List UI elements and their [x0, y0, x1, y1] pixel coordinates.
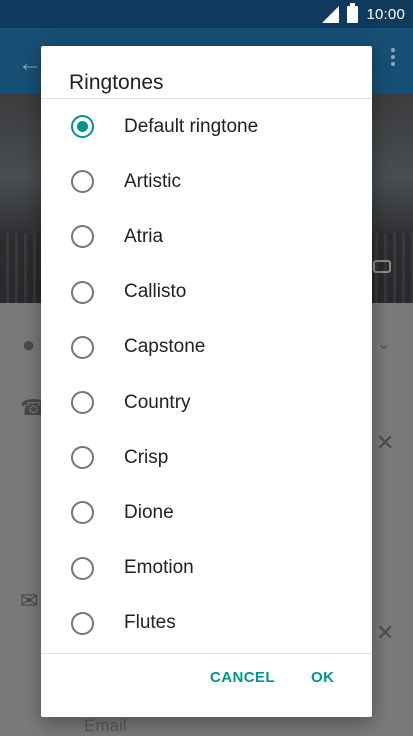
ringtone-option[interactable]: Atria: [41, 209, 372, 264]
status-time: 10:00: [366, 5, 405, 23]
ringtone-option[interactable]: Flutes: [41, 596, 372, 651]
radio-button[interactable]: [71, 556, 94, 580]
ringtone-label: Capstone: [124, 336, 206, 358]
radio-button[interactable]: [71, 170, 94, 194]
overflow-menu-icon[interactable]: [391, 48, 395, 66]
ringtone-option[interactable]: Capstone: [41, 320, 372, 375]
ringtone-option[interactable]: Callisto: [41, 265, 372, 320]
radio-button[interactable]: [71, 391, 94, 415]
radio-button[interactable]: [71, 280, 94, 304]
ringtone-option[interactable]: Dione: [41, 485, 372, 540]
ringtone-label: Atria: [124, 225, 164, 247]
ringtone-label: Default ringtone: [124, 115, 259, 137]
ringtone-label: Crisp: [124, 446, 169, 468]
ringtones-dialog: Ringtones Default ringtone Artistic Atri…: [41, 46, 372, 717]
ringtone-option[interactable]: Country: [41, 375, 372, 430]
cancel-button[interactable]: CANCEL: [210, 669, 275, 686]
ringtone-label: Artistic: [124, 170, 181, 192]
ringtone-label: Flutes: [124, 612, 176, 634]
battery-icon: [347, 2, 359, 23]
ringtone-label: Dione: [124, 501, 174, 523]
radio-button-selected[interactable]: [71, 115, 94, 139]
ringtone-label: Emotion: [124, 557, 194, 579]
radio-button[interactable]: [71, 611, 94, 635]
ringtone-option[interactable]: Emotion: [41, 541, 372, 596]
ok-button[interactable]: OK: [311, 669, 334, 686]
clear-icon[interactable]: ✕: [376, 620, 394, 646]
divider: [41, 653, 372, 654]
ringtone-list: Default ringtone Artistic Atria Callisto…: [41, 99, 372, 651]
back-arrow-icon[interactable]: ←: [18, 50, 42, 78]
person-icon: ●: [22, 332, 36, 357]
email-icon: ✉: [20, 588, 39, 613]
signal-icon: [322, 5, 340, 23]
radio-button[interactable]: [71, 446, 94, 470]
email-placeholder: Email: [84, 716, 127, 735]
camera-icon[interactable]: [373, 260, 391, 273]
ringtone-label: Callisto: [124, 281, 187, 303]
radio-button[interactable]: [71, 501, 94, 525]
ringtone-option[interactable]: Artistic: [41, 154, 372, 209]
radio-button[interactable]: [71, 225, 94, 249]
status-icons: 10:00: [322, 2, 405, 24]
clear-icon[interactable]: ✕: [376, 430, 394, 456]
ringtone-option[interactable]: Crisp: [41, 430, 372, 485]
ringtone-option[interactable]: Default ringtone: [41, 99, 372, 154]
ringtone-label: Country: [124, 391, 191, 413]
status-bar: 10:00: [0, 0, 413, 28]
chevron-down-icon[interactable]: ⌄: [377, 334, 390, 354]
dialog-title: Ringtones: [69, 71, 164, 94]
radio-button[interactable]: [71, 335, 94, 359]
